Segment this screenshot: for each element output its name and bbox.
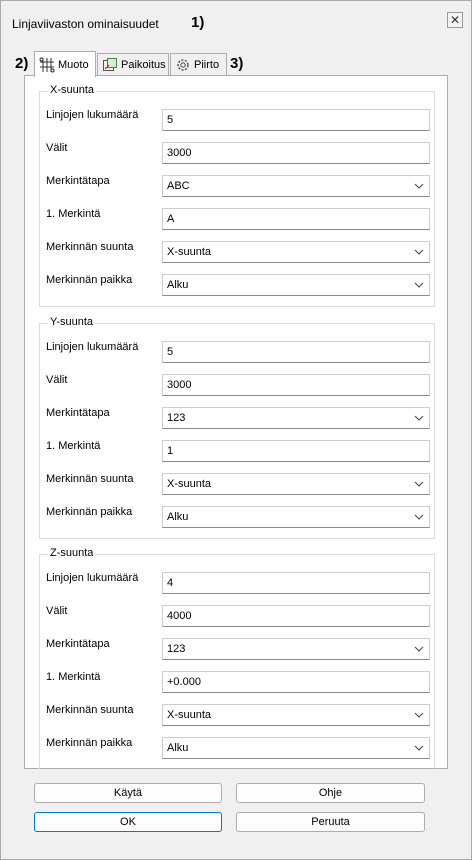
count-input[interactable]: 4 [162, 572, 430, 594]
chevron-down-icon [413, 411, 425, 425]
chevron-down-icon [413, 477, 425, 491]
label-first-mark: 1. Merkintä [46, 440, 101, 452]
tab-panel-muoto: X-suunta Linjojen lukumäärä 5 Välit 3000… [24, 75, 448, 770]
chevron-down-icon [413, 708, 425, 722]
mark-position-value: Alku [167, 511, 189, 523]
label-mark-direction: Merkinnän suunta [46, 241, 134, 253]
label-spacing: Välit [46, 605, 68, 617]
marking-type-value: ABC [167, 180, 190, 192]
spacing-input[interactable]: 3000 [162, 374, 430, 396]
apply-button[interactable]: Käytä [34, 783, 222, 803]
tab-muoto[interactable]: Muoto [34, 51, 96, 77]
mark-direction-select[interactable]: X-suunta [162, 241, 430, 263]
marking-type-select[interactable]: 123 [162, 638, 430, 660]
first-mark-input[interactable]: +0.000 [162, 671, 430, 693]
group-title: X-suunta [48, 84, 97, 96]
chevron-down-icon [413, 278, 425, 292]
tab-piirto[interactable]: Piirto [170, 53, 227, 75]
chevron-down-icon [413, 642, 425, 656]
first-mark-input[interactable]: A [162, 208, 430, 230]
mark-position-value: Alku [167, 742, 189, 754]
mark-position-select[interactable]: Alku [162, 737, 430, 759]
marking-type-select[interactable]: 123 [162, 407, 430, 429]
group-title: Y-suunta [48, 316, 96, 328]
label-first-mark: 1. Merkintä [46, 671, 101, 683]
chevron-down-icon [413, 245, 425, 259]
marking-type-select[interactable]: ABC [162, 175, 430, 197]
dialog-window: Linjaviivaston ominaisuudet 1) ✕ 2) 3) M… [0, 0, 472, 860]
window-title: Linjaviivaston ominaisuudet [12, 17, 159, 31]
tab-paikoitus[interactable]: Paikoitus [97, 53, 169, 75]
label-marking-type: Merkintätapa [46, 407, 110, 419]
help-button[interactable]: Ohje [236, 783, 425, 803]
annotation-1: 1) [191, 14, 205, 31]
mark-position-select[interactable]: Alku [162, 506, 430, 528]
count-input[interactable]: 5 [162, 341, 430, 363]
label-count: Linjojen lukumäärä [46, 341, 139, 353]
first-mark-input[interactable]: 1 [162, 440, 430, 462]
chevron-down-icon [413, 179, 425, 193]
chevron-down-icon [413, 741, 425, 755]
tab-strip: Muoto Paikoitus Piirto [1, 51, 471, 77]
mark-direction-select[interactable]: X-suunta [162, 704, 430, 726]
label-mark-direction: Merkinnän suunta [46, 704, 134, 716]
mark-position-select[interactable]: Alku [162, 274, 430, 296]
close-icon: ✕ [449, 13, 461, 27]
tab-muoto-label: Muoto [58, 58, 89, 71]
chevron-down-icon [413, 510, 425, 524]
spacing-input[interactable]: 3000 [162, 142, 430, 164]
group-y-suunta: Y-suunta Linjojen lukumäärä 5 Välit 3000… [39, 316, 435, 539]
cancel-button[interactable]: Peruuta [236, 812, 425, 832]
label-count: Linjojen lukumäärä [46, 572, 139, 584]
title-bar: Linjaviivaston ominaisuudet 1) ✕ [1, 1, 471, 41]
mark-direction-select[interactable]: X-suunta [162, 473, 430, 495]
spacing-input[interactable]: 4000 [162, 605, 430, 627]
grid-lines-icon [39, 57, 55, 73]
tab-piirto-label: Piirto [194, 58, 220, 71]
label-spacing: Välit [46, 374, 68, 386]
group-x-suunta: X-suunta Linjojen lukumäärä 5 Välit 3000… [39, 84, 435, 307]
label-first-mark: 1. Merkintä [46, 208, 101, 220]
label-marking-type: Merkintätapa [46, 638, 110, 650]
mark-direction-value: X-suunta [167, 246, 212, 258]
count-input[interactable]: 5 [162, 109, 430, 131]
close-button[interactable]: ✕ [447, 12, 463, 28]
gear-icon [175, 57, 191, 73]
label-mark-position: Merkinnän paikka [46, 737, 133, 749]
marking-type-value: 123 [167, 643, 186, 655]
group-z-suunta: Z-suunta Linjojen lukumäärä 4 Välit 4000… [39, 547, 435, 770]
label-mark-position: Merkinnän paikka [46, 274, 133, 286]
label-mark-position: Merkinnän paikka [46, 506, 133, 518]
ok-button[interactable]: OK [34, 812, 222, 832]
group-title: Z-suunta [48, 547, 96, 559]
tab-paikoitus-label: Paikoitus [121, 58, 166, 71]
mark-position-value: Alku [167, 279, 189, 291]
label-count: Linjojen lukumäärä [46, 109, 139, 121]
mark-direction-value: X-suunta [167, 478, 212, 490]
label-spacing: Välit [46, 142, 68, 154]
placement-icon [102, 57, 118, 73]
mark-direction-value: X-suunta [167, 709, 212, 721]
label-marking-type: Merkintätapa [46, 175, 110, 187]
marking-type-value: 123 [167, 412, 186, 424]
label-mark-direction: Merkinnän suunta [46, 473, 134, 485]
